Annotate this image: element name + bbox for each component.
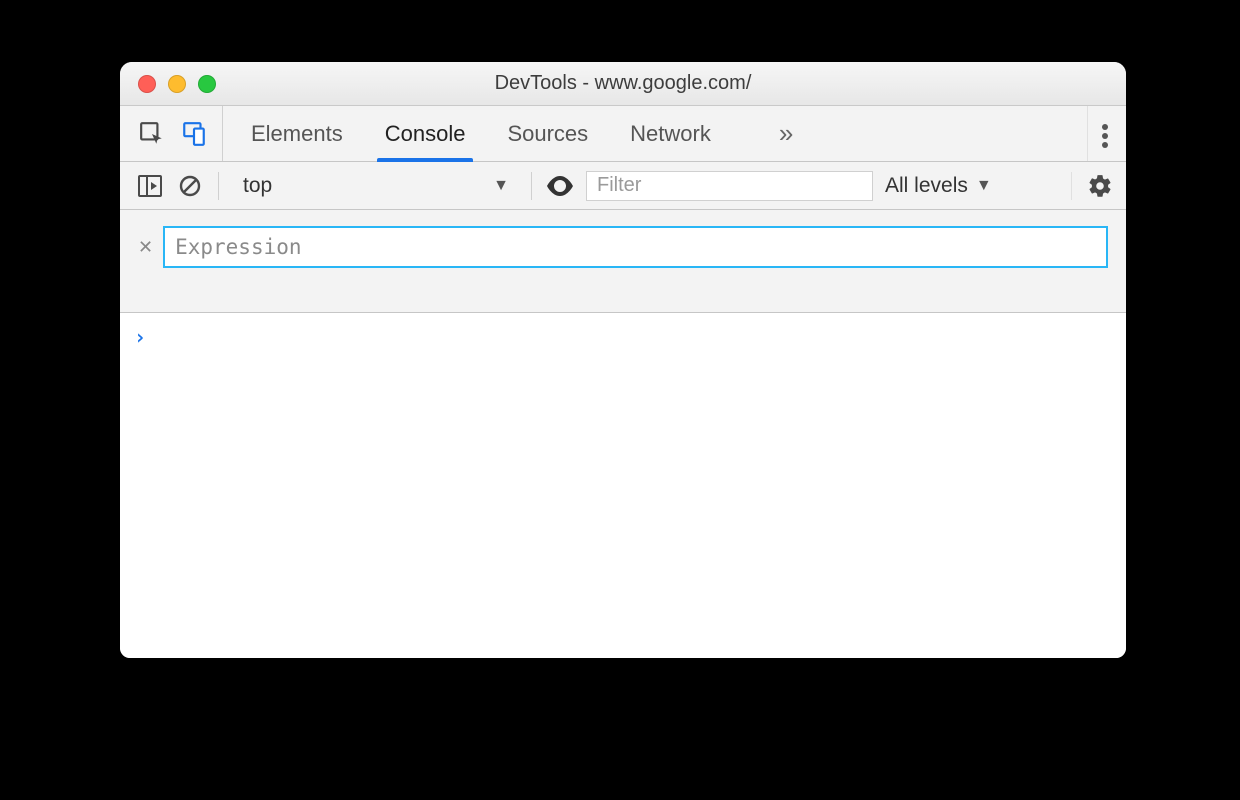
- inspect-element-icon[interactable]: [138, 120, 166, 148]
- panel-tabs: Elements Console Sources Network »: [223, 106, 793, 161]
- tab-network[interactable]: Network: [630, 106, 711, 161]
- filter-input[interactable]: [586, 171, 873, 201]
- divider: [218, 172, 219, 200]
- titlebar: DevTools - www.google.com/: [120, 62, 1126, 106]
- more-options-icon[interactable]: [1102, 121, 1108, 147]
- chevron-down-icon: ▼: [976, 177, 992, 195]
- log-levels-label: All levels: [885, 174, 968, 198]
- window-zoom-button[interactable]: [198, 75, 216, 93]
- console-toolbar: top ▼ All levels ▼: [120, 162, 1126, 210]
- window-close-button[interactable]: [138, 75, 156, 93]
- live-expression-bar: ✕: [120, 210, 1126, 313]
- tab-elements[interactable]: Elements: [251, 106, 343, 161]
- window-traffic-lights: [120, 75, 216, 93]
- clear-console-icon[interactable]: [176, 172, 204, 200]
- window-title: DevTools - www.google.com/: [120, 72, 1126, 95]
- context-selector[interactable]: top ▼: [233, 170, 517, 202]
- panel-tabs-row: Elements Console Sources Network »: [120, 106, 1126, 162]
- chevron-down-icon: ▼: [493, 177, 509, 195]
- remove-expression-close-icon[interactable]: ✕: [138, 237, 153, 258]
- divider: [531, 172, 532, 200]
- console-prompt-caret-icon: ›: [134, 325, 146, 349]
- device-toolbar-icon[interactable]: [180, 120, 208, 148]
- devtools-window: DevTools - www.google.com/: [120, 62, 1126, 658]
- tabs-overflow-chevron-icon[interactable]: »: [753, 106, 793, 161]
- live-expression-eye-icon[interactable]: [546, 172, 574, 200]
- live-expression-input[interactable]: [163, 226, 1108, 268]
- toggle-sidebar-icon[interactable]: [136, 172, 164, 200]
- window-minimize-button[interactable]: [168, 75, 186, 93]
- console-settings-gear-icon[interactable]: [1086, 172, 1114, 200]
- tab-console[interactable]: Console: [385, 106, 466, 161]
- context-selector-label: top: [243, 174, 272, 198]
- console-output[interactable]: ›: [120, 313, 1126, 658]
- tab-sources[interactable]: Sources: [507, 106, 588, 161]
- log-levels-selector[interactable]: All levels ▼: [885, 174, 992, 198]
